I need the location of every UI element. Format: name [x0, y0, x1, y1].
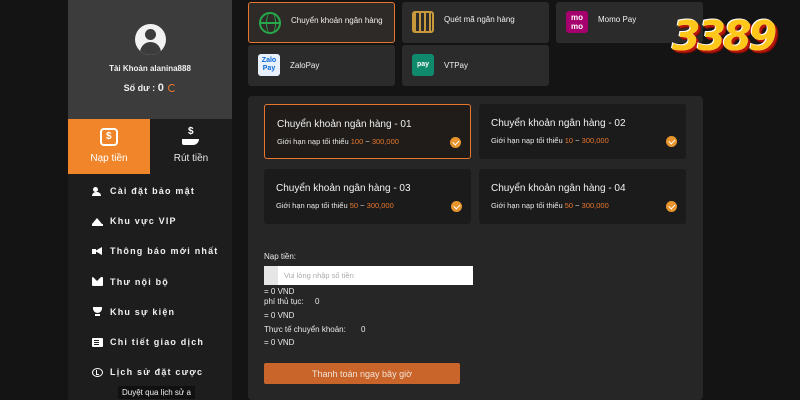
- sidebar-item-label: Thông báo mới nhất: [110, 246, 219, 257]
- wallet-tabs: Nạp tiền Rút tiền: [68, 119, 232, 174]
- balance-label: Số dư :: [123, 83, 156, 93]
- bank-option-limit: Giới hạn nạp tối thiểu 10 ~ 300,000: [491, 136, 609, 145]
- method-label: ZaloPay: [290, 61, 320, 70]
- method-zalopay[interactable]: Zalo Pay ZaloPay: [248, 45, 395, 86]
- money-icon: [100, 128, 118, 146]
- profile-card: Tài Khoản alanina888 Số dư : 0: [68, 0, 232, 119]
- balance: Số dư : 0: [68, 82, 232, 94]
- amount-input[interactable]: [264, 266, 473, 285]
- pay-now-button[interactable]: Thanh toán ngay bây giờ: [264, 363, 460, 384]
- check-icon: [450, 137, 461, 148]
- tab-deposit-label: Nạp tiền: [90, 153, 128, 164]
- actual-transfer-value: 0: [361, 325, 366, 334]
- bank-option-02[interactable]: Chuyển khoản ngân hàng - 02 Giới hạn nạp…: [479, 104, 686, 159]
- crown-icon: [92, 217, 103, 226]
- vtpay-logo: pay: [412, 54, 434, 76]
- amount-label: Nạp tiền:: [264, 252, 297, 261]
- refresh-icon[interactable]: [168, 84, 177, 92]
- account-name: Tài Khoản alanina888: [109, 64, 191, 73]
- avatar[interactable]: [135, 24, 166, 55]
- sidebar-item-label: Thư nội bộ: [110, 276, 170, 287]
- check-icon: [666, 136, 677, 147]
- deposit-page: Tài Khoản alanina888 Số dư : 0 Nạp tiền …: [0, 0, 800, 400]
- bank-option-name: Chuyển khoản ngân hàng - 02: [491, 118, 626, 129]
- actual-transfer-label: Thực tế chuyển khoản:: [264, 325, 346, 334]
- amount-result: = 0 VND: [264, 287, 295, 296]
- zalopay-logo: Zalo Pay: [258, 54, 280, 76]
- sidebar-item-transactions[interactable]: Chi tiết giao dịch: [68, 327, 232, 357]
- sidebar-item-label: Cài đặt bảo mật: [110, 186, 196, 197]
- megaphone-icon: [92, 246, 103, 256]
- bank-option-name: Chuyển khoản ngân hàng - 03: [276, 183, 411, 194]
- sidebar-item-inbox[interactable]: Thư nội bộ: [68, 267, 232, 297]
- method-qr[interactable]: Quét mã ngân hàng: [402, 2, 549, 43]
- history-icon: [92, 367, 103, 377]
- balance-value: 0: [157, 82, 164, 94]
- sidebar-item-label: Khu vực VIP: [110, 216, 177, 227]
- method-label: Chuyển khoản ngân hàng: [291, 16, 383, 25]
- brand-logo[interactable]: 3389: [672, 12, 784, 64]
- tooltip: Duyệt qua lịch sử a: [118, 386, 195, 399]
- qr-icon: [412, 11, 434, 33]
- bank-option-name: Chuyển khoản ngân hàng - 04: [491, 183, 626, 194]
- method-vtpay[interactable]: pay VTPay: [402, 45, 549, 86]
- method-bank-transfer[interactable]: Chuyển khoản ngân hàng: [248, 2, 395, 43]
- tab-deposit[interactable]: Nạp tiền: [68, 119, 150, 174]
- sidebar-item-label: Khu sự kiện: [110, 306, 176, 317]
- bank-option-limit: Giới hạn nạp tối thiểu 50 ~ 300,000: [491, 201, 609, 210]
- fee-label: phí thủ tục:: [264, 297, 304, 306]
- envelope-icon: [92, 277, 103, 287]
- method-label: VTPay: [444, 61, 469, 70]
- sidebar-item-vip[interactable]: Khu vực VIP: [68, 206, 232, 236]
- sidebar-item-label: Lịch sử đặt cược: [110, 367, 204, 378]
- sidebar-item-announcements[interactable]: Thông báo mới nhất: [68, 236, 232, 266]
- method-label: Quét mã ngân hàng: [444, 15, 515, 24]
- sidebar-item-events[interactable]: Khu sự kiện: [68, 297, 232, 327]
- bank-option-04[interactable]: Chuyển khoản ngân hàng - 04 Giới hạn nạp…: [479, 169, 686, 224]
- list-icon: [92, 337, 103, 347]
- fee-result: = 0 VND: [264, 311, 295, 320]
- bank-option-03[interactable]: Chuyển khoản ngân hàng - 03 Giới hạn nạp…: [264, 169, 471, 224]
- tab-withdraw[interactable]: Rút tiền: [150, 119, 232, 174]
- sidebar-item-security[interactable]: Cài đặt bảo mật: [68, 176, 232, 206]
- check-icon: [666, 201, 677, 212]
- trophy-icon: [92, 307, 103, 317]
- globe-icon: [259, 12, 281, 34]
- sidebar-item-bet-history[interactable]: Lịch sử đặt cược: [68, 357, 232, 387]
- bank-option-limit: Giới hạn nạp tối thiểu 100 ~ 300,000: [277, 137, 399, 146]
- bank-option-limit: Giới hạn nạp tối thiểu 50 ~ 300,000: [276, 201, 394, 210]
- bank-option-name: Chuyển khoản ngân hàng - 01: [277, 119, 412, 130]
- sidebar-menu: Cài đặt bảo mật Khu vực VIP Thông báo mớ…: [68, 176, 232, 387]
- hand-money-icon: [182, 126, 200, 146]
- actual-transfer-result: = 0 VND: [264, 338, 295, 347]
- momo-logo: mo mo: [566, 11, 588, 33]
- deposit-panel: Chuyển khoản ngân hàng - 01 Giới hạn nạp…: [248, 96, 703, 400]
- check-icon: [451, 201, 462, 212]
- tab-withdraw-label: Rút tiền: [173, 153, 209, 164]
- sidebar-item-label: Chi tiết giao dịch: [110, 337, 205, 348]
- user-cog-icon: [92, 186, 103, 196]
- account-sidebar: Tài Khoản alanina888 Số dư : 0 Nạp tiền …: [68, 0, 232, 400]
- bank-option-01[interactable]: Chuyển khoản ngân hàng - 01 Giới hạn nạp…: [264, 104, 471, 159]
- fee-value: 0: [315, 297, 320, 306]
